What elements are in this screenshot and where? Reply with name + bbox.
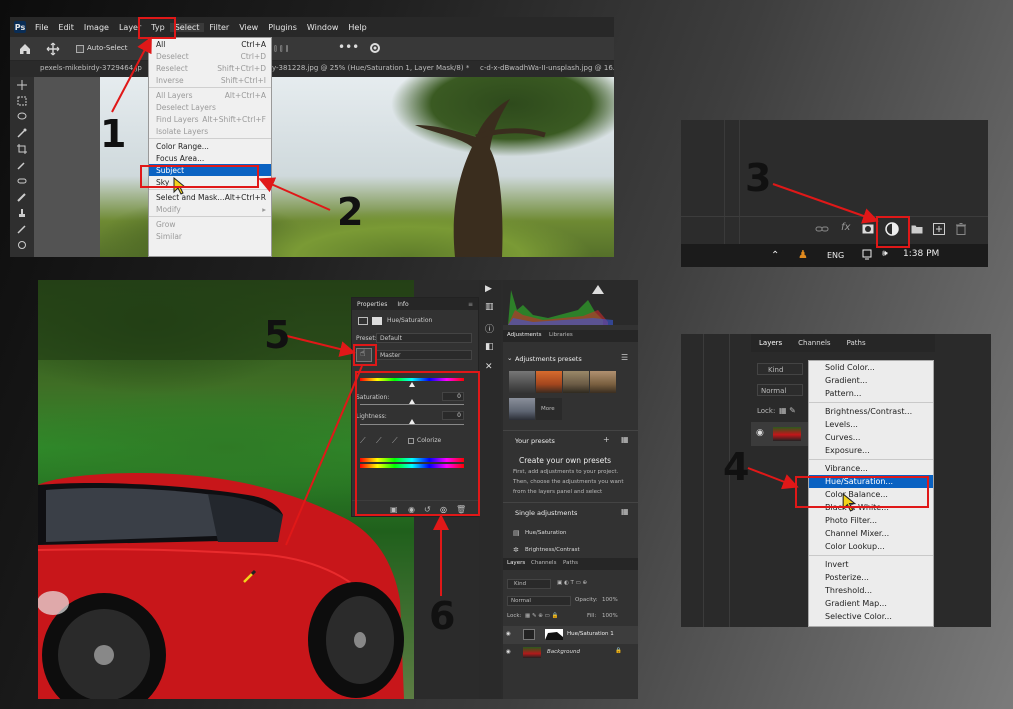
annotation-arrows [111, 36, 879, 596]
step-number-4: 4 [723, 445, 750, 489]
arrow-4 [747, 467, 799, 490]
step-number-6: 6 [429, 594, 456, 638]
arrow-2 [258, 177, 331, 211]
arrow-5-line [285, 365, 363, 546]
arrow-5 [286, 335, 356, 357]
step-number-3: 3 [745, 156, 772, 200]
step-number-1: 1 [100, 112, 127, 156]
arrow-1 [111, 36, 152, 113]
step-number-2: 2 [337, 190, 364, 234]
arrow-3 [772, 183, 879, 224]
step-number-5: 5 [264, 313, 291, 357]
